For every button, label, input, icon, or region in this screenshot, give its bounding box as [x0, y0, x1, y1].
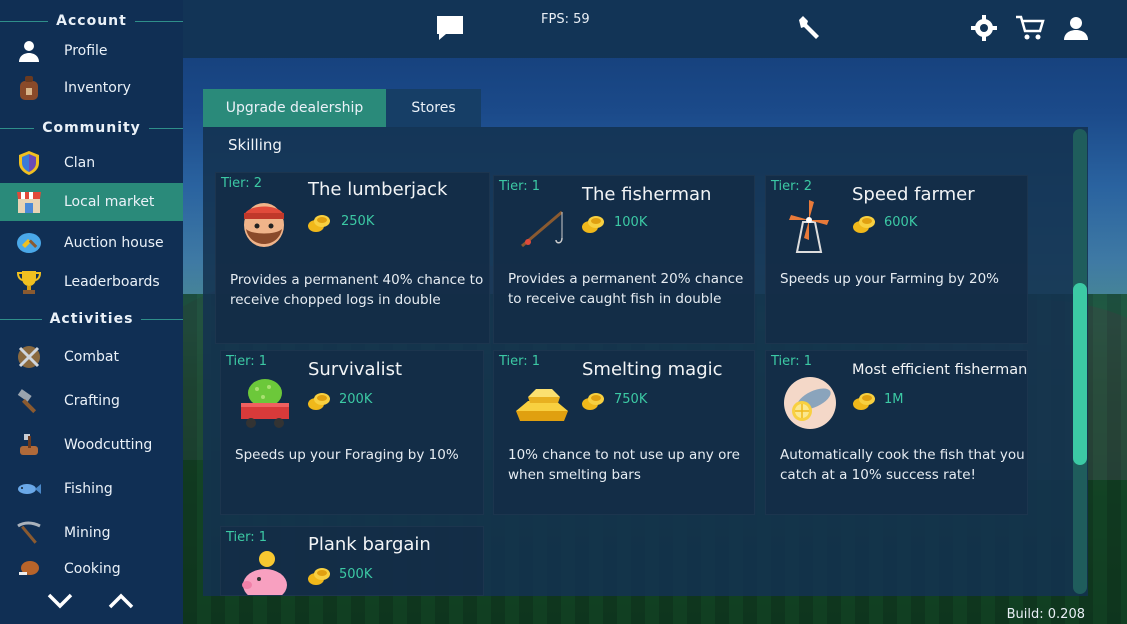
section-header-activities: Activities	[0, 309, 183, 329]
upgrade-card[interactable]: Tier: 2 The lumberjack 250K Provides a p…	[215, 172, 490, 344]
tier-label: Tier: 1	[771, 354, 813, 369]
upgrade-description: Speeds up your Farming by 20%	[780, 271, 999, 287]
gold-bars-icon	[510, 377, 570, 437]
sidebar-item-cooking[interactable]: Cooking	[0, 557, 183, 581]
upgrade-card[interactable]: Tier: 1 Most efficient fisherman 1M Auto…	[765, 350, 1028, 515]
coin-icon	[581, 212, 605, 236]
upgrade-card[interactable]: Tier: 1 Plank bargain 500K	[220, 526, 484, 596]
sidebar-item-profile[interactable]: Profile	[0, 33, 183, 69]
sidebar-item-local-market[interactable]: Local market	[0, 183, 183, 221]
sidebar-item-fishing[interactable]: Fishing	[0, 471, 183, 507]
build-version: Build: 0.208	[1006, 607, 1085, 622]
upgrade-card[interactable]: Tier: 2 Speed farmer 600K Speeds up your…	[765, 175, 1028, 344]
tab-stores[interactable]: Stores	[386, 89, 481, 127]
chat-icon[interactable]	[433, 13, 467, 43]
hammer-icon	[14, 386, 44, 416]
upgrade-price: 250K	[341, 214, 375, 229]
fish-icon	[14, 474, 44, 504]
upgrade-panel: Skilling Tier: 2 The lumberjack 250K Pro…	[203, 127, 1088, 596]
upgrade-name: Smelting magic	[582, 359, 723, 380]
windmill-icon	[784, 198, 844, 258]
piggy-bank-icon	[237, 547, 297, 595]
axe-log-icon	[14, 430, 44, 460]
upgrade-name: Most efficient fisherman	[852, 362, 1028, 378]
sidebar-item-mining[interactable]: Mining	[0, 515, 183, 551]
upgrade-description: Provides a permanent 40% chance to recei…	[230, 272, 484, 308]
tier-label: Tier: 1	[226, 354, 268, 369]
upgrade-description: Automatically cook the fish that you cat…	[780, 447, 1025, 483]
sidebar-item-inventory[interactable]: Inventory	[0, 70, 183, 106]
sidebar-item-woodcutting[interactable]: Woodcutting	[0, 427, 183, 463]
sidebar-item-clan[interactable]: Clan	[0, 145, 183, 181]
coin-icon	[852, 212, 876, 236]
person-icon	[14, 36, 44, 66]
crossed-swords-icon	[14, 342, 44, 372]
panel-scrollbar[interactable]	[1073, 129, 1087, 594]
chicken-leg-icon	[14, 557, 44, 581]
upgrade-name: The fisherman	[582, 184, 712, 205]
upgrade-name: Plank bargain	[308, 534, 431, 555]
chevron-up-icon[interactable]	[107, 592, 135, 614]
pickaxe-icon	[14, 518, 44, 548]
tab-upgrade-dealership[interactable]: Upgrade dealership	[203, 89, 386, 127]
coin-icon	[307, 389, 331, 413]
sidebar-item-combat[interactable]: Combat	[0, 339, 183, 375]
sidebar-item-auction-house[interactable]: Auction house	[0, 225, 183, 261]
section-header-community: Community	[0, 118, 183, 138]
upgrade-price: 750K	[614, 392, 648, 407]
upgrade-description: 10% chance to not use up any ore when sm…	[508, 447, 740, 483]
market-stall-icon	[14, 187, 44, 217]
shield-icon	[14, 148, 44, 178]
fps-counter: FPS: 59	[541, 12, 590, 27]
trophy-icon	[14, 267, 44, 297]
upgrade-price: 200K	[339, 392, 373, 407]
upgrade-price: 500K	[339, 567, 373, 582]
gear-icon[interactable]	[967, 13, 1001, 43]
coin-icon	[852, 389, 876, 413]
sidebar-scroll-controls	[0, 580, 183, 624]
coin-icon	[581, 389, 605, 413]
cart-icon[interactable]	[1013, 13, 1047, 43]
lumberjack-icon	[234, 193, 294, 253]
backpack-icon	[14, 73, 44, 103]
auction-icon	[14, 228, 44, 258]
sidebar: Account Profile Inventory Community Clan…	[0, 0, 183, 624]
upgrade-description: Speeds up your Foraging by 10%	[235, 447, 459, 463]
scrollbar-thumb[interactable]	[1073, 283, 1087, 465]
cooked-fish-icon	[782, 375, 842, 435]
top-bar: FPS: 59	[183, 0, 1127, 58]
sidebar-item-leaderboards[interactable]: Leaderboards	[0, 264, 183, 300]
tier-label: Tier: 2	[221, 176, 263, 191]
tier-label: Tier: 1	[226, 530, 268, 545]
coin-icon	[307, 564, 331, 588]
sidebar-item-crafting[interactable]: Crafting	[0, 383, 183, 419]
tier-label: Tier: 2	[771, 179, 813, 194]
upgrade-card[interactable]: Tier: 1 Survivalist 200K Speeds up your …	[220, 350, 484, 515]
upgrade-name: Speed farmer	[852, 184, 975, 205]
upgrade-price: 1M	[884, 392, 904, 407]
upgrade-card[interactable]: Tier: 1 The fisherman 100K Provides a pe…	[493, 175, 755, 344]
tier-label: Tier: 1	[499, 354, 541, 369]
tier-label: Tier: 1	[499, 179, 541, 194]
tab-bar: Upgrade dealership Stores	[203, 89, 481, 127]
fishing-rod-icon	[514, 198, 574, 258]
upgrade-name: Survivalist	[308, 359, 403, 380]
coin-icon	[307, 211, 331, 235]
upgrade-price: 600K	[884, 215, 918, 230]
berry-cart-icon	[235, 373, 295, 433]
upgrade-name: The lumberjack	[308, 179, 448, 200]
user-icon[interactable]	[1059, 13, 1093, 43]
section-title: Skilling	[228, 136, 282, 154]
upgrade-description: Provides a permanent 20% chance to recei…	[508, 271, 744, 307]
section-header-account: Account	[0, 11, 183, 31]
upgrade-card[interactable]: Tier: 1 Smelting magic 750K 10% chance t…	[493, 350, 755, 515]
wrench-icon[interactable]	[792, 13, 826, 43]
upgrade-price: 100K	[614, 215, 648, 230]
chevron-down-icon[interactable]	[46, 592, 74, 614]
